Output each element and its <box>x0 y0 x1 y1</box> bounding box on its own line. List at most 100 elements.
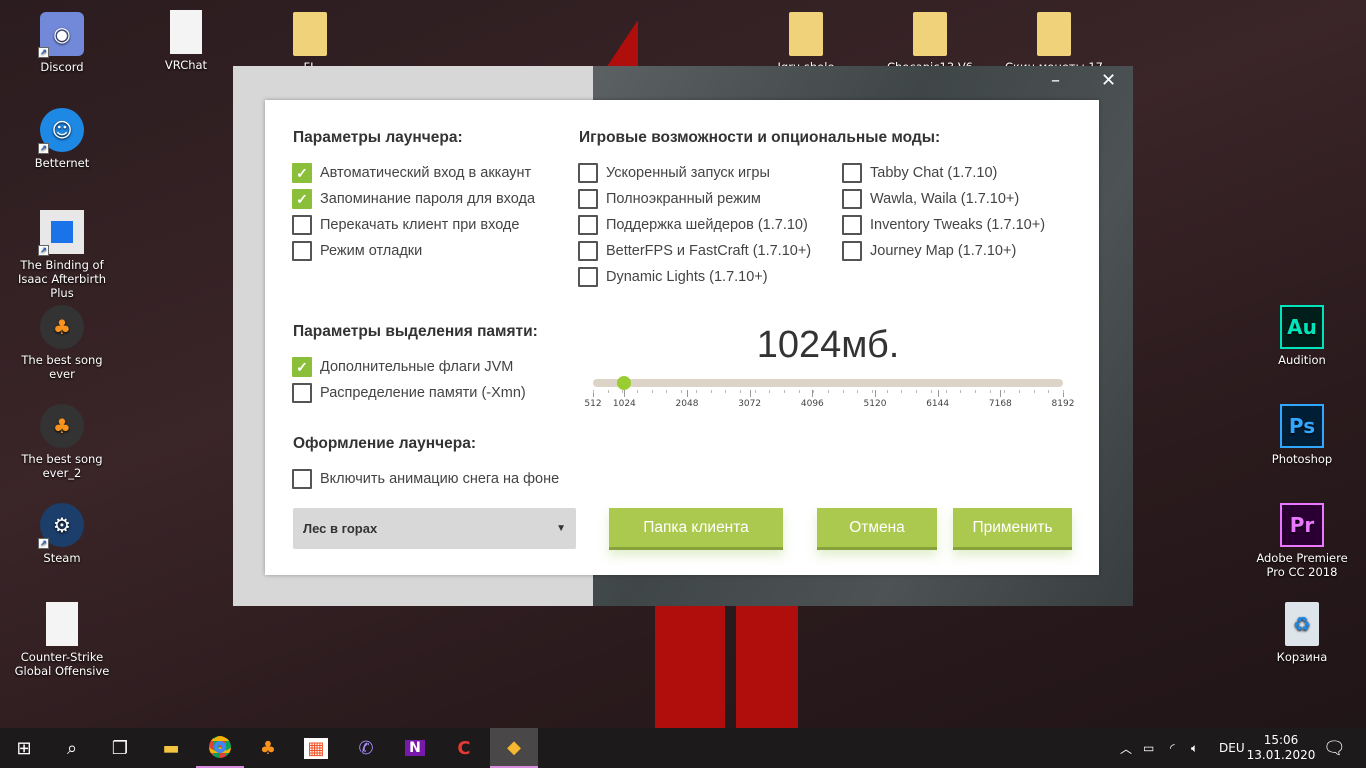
taskbar-viber[interactable]: ✆ <box>342 728 390 768</box>
desktop-icon-steam[interactable]: ⚙ ↗ Steam <box>7 503 117 565</box>
checkbox-option[interactable]: ✓ Дополнительные флаги JVM <box>292 357 513 377</box>
wallpaper-shape <box>655 606 725 728</box>
checkbox-option[interactable]: Поддержка шейдеров (1.7.10) <box>578 215 808 235</box>
checkbox-unchecked-icon[interactable] <box>578 267 598 287</box>
taskbar-onenote[interactable]: N <box>391 728 439 768</box>
search-button[interactable]: ⌕ <box>48 728 96 768</box>
checkbox-unchecked-icon[interactable] <box>842 163 862 183</box>
checkbox-unchecked-icon[interactable] <box>578 189 598 209</box>
checkbox-option[interactable]: Dynamic Lights (1.7.10+) <box>578 267 768 287</box>
desktop-icon-recycle-bin[interactable]: ♻ Корзина <box>1247 602 1357 664</box>
checkbox-option[interactable]: ✓ Автоматический вход в аккаунт <box>292 163 531 183</box>
checkbox-unchecked-icon[interactable] <box>842 189 862 209</box>
checkbox-checked-icon[interactable]: ✓ <box>292 357 312 377</box>
slider-minor-tick <box>1048 390 1050 393</box>
settings-dialog: Параметры лаунчера: Игровые возможности … <box>265 100 1099 575</box>
checkbox-unchecked-icon[interactable] <box>578 215 598 235</box>
checkbox-option[interactable]: Включить анимацию снега на фоне <box>292 469 559 489</box>
desktop-icon-discord[interactable]: ◉ ↗ Discord <box>7 12 117 74</box>
discord-icon: ◉ ↗ <box>38 12 84 58</box>
slider-minor-tick <box>916 390 918 393</box>
desktop-icon-song[interactable]: ♣ The best song ever <box>7 305 117 381</box>
desktop-icon-vrchat[interactable]: VRChat <box>131 10 241 72</box>
slider-minor-tick <box>974 390 976 393</box>
slider-minor-tick <box>651 390 653 393</box>
desktop-icon-song2[interactable]: ♣ The best song ever_2 <box>7 404 117 480</box>
close-button[interactable]: ✕ <box>1101 70 1116 91</box>
show-hidden-icons[interactable]: ︿ <box>1120 728 1132 768</box>
memory-slider[interactable] <box>593 376 1063 390</box>
checkbox-option[interactable]: Распределение памяти (-Xmn) <box>292 383 526 403</box>
slider-tick-label: 7168 <box>988 399 1012 409</box>
folder-icon <box>293 12 327 56</box>
checkbox-option[interactable]: Полноэкранный режим <box>578 189 761 209</box>
desktop-icon-folder[interactable]: Скин монеты 17 <box>999 12 1109 74</box>
checkbox-unchecked-icon[interactable] <box>578 241 598 261</box>
checkbox-unchecked-icon[interactable] <box>292 469 312 489</box>
audition-icon: Au <box>1280 305 1324 349</box>
volume-icon[interactable]: 🔈︎ <box>1191 728 1198 768</box>
clock[interactable]: 15:06 13.01.2020 <box>1247 728 1316 768</box>
wallpaper-shape <box>736 606 798 728</box>
checkbox-unchecked-icon[interactable] <box>292 241 312 261</box>
slider-minor-tick <box>960 390 962 393</box>
appearance-heading: Оформление лаунчера: <box>293 435 477 452</box>
checkbox-unchecked-icon[interactable] <box>292 215 312 235</box>
checkbox-unchecked-icon[interactable] <box>842 241 862 261</box>
slider-ticks: 512 1024 2048 3072 4096 5120 6144 7168 8192 <box>584 390 1074 420</box>
desktop-icon-folder[interactable]: Igru shole <box>751 12 861 74</box>
checkbox-option[interactable]: Inventory Tweaks (1.7.10+) <box>842 215 1045 235</box>
checkbox-option[interactable]: Ускоренный запуск игры <box>578 163 770 183</box>
minimize-button[interactable]: – <box>1051 70 1060 91</box>
cancel-button[interactable]: Отмена <box>817 508 937 550</box>
battery-icon[interactable]: ▭ <box>1143 728 1154 768</box>
desktop-icon-fl[interactable]: FL <box>255 12 365 74</box>
checkbox-option[interactable]: Journey Map (1.7.10+) <box>842 241 1016 261</box>
desktop-icon-betternet[interactable]: ☺ ↗ Betternet <box>7 108 117 170</box>
taskbar-fl-studio[interactable]: ♣ <box>244 728 292 768</box>
checkbox-unchecked-icon[interactable] <box>842 215 862 235</box>
checkbox-option[interactable]: ✓ Запоминание пароля для входа <box>292 189 535 209</box>
memory-heading: Параметры выделения памяти: <box>293 323 538 340</box>
start-button[interactable]: ⊞ <box>0 728 48 768</box>
checkbox-option[interactable]: Wawla, Waila (1.7.10+) <box>842 189 1019 209</box>
theme-select[interactable]: Лес в горах ▼ <box>293 508 576 549</box>
desktop-icon-isaac[interactable]: ↗ The Binding of Isaac Afterbirth Plus <box>7 210 117 300</box>
taskbar-launcher[interactable]: ◆ <box>490 728 538 768</box>
taskbar-ccleaner[interactable]: C <box>440 728 488 768</box>
slider-minor-tick <box>1004 390 1006 393</box>
notifications-button[interactable]: 🗨︎ <box>1323 728 1346 768</box>
checkbox-option[interactable]: BetterFPS и FastCraft (1.7.10+) <box>578 241 811 261</box>
file-icon <box>170 10 202 54</box>
chevron-up-icon: ︿ <box>1120 741 1133 756</box>
slider-minor-tick <box>593 390 594 393</box>
taskbar-chrome[interactable] <box>196 728 244 768</box>
apply-button[interactable]: Применить <box>953 508 1072 550</box>
slider-minor-tick <box>1018 390 1020 393</box>
checkbox-option[interactable]: Tabby Chat (1.7.10) <box>842 163 997 183</box>
desktop-icon-csgo[interactable]: Counter-Strike Global Offensive <box>7 602 117 678</box>
taskbar-explorer[interactable]: ▬ <box>147 728 195 768</box>
checkbox-option[interactable]: Режим отладки <box>292 241 422 261</box>
desktop-icon-premiere[interactable]: Pr Adobe Premiere Pro CC 2018 <box>1247 503 1357 579</box>
checkbox-checked-icon[interactable]: ✓ <box>292 189 312 209</box>
desktop-icon-audition[interactable]: Au Audition <box>1247 305 1357 367</box>
checkbox-unchecked-icon[interactable] <box>578 163 598 183</box>
memory-slider-thumb[interactable] <box>617 376 632 390</box>
slider-minor-tick <box>739 390 741 393</box>
store-icon: ▦ <box>304 737 328 759</box>
checkbox-checked-icon[interactable]: ✓ <box>292 163 312 183</box>
task-view-button[interactable]: ❐ <box>96 728 144 768</box>
slider-minor-tick <box>725 390 727 393</box>
folder-icon <box>913 12 947 56</box>
checkbox-unchecked-icon[interactable] <box>292 383 312 403</box>
wifi-icon[interactable]: ◜ <box>1170 728 1175 768</box>
checkbox-label: Wawla, Waila (1.7.10+) <box>870 191 1020 207</box>
slider-tick-label: 4096 <box>800 399 824 409</box>
language-indicator[interactable]: DEU <box>1219 728 1245 768</box>
checkbox-label: BetterFPS и FastCraft (1.7.10+) <box>606 243 812 259</box>
checkbox-option[interactable]: Перекачать клиент при входе <box>292 215 519 235</box>
desktop-icon-photoshop[interactable]: Ps Photoshop <box>1247 404 1357 466</box>
client-folder-button[interactable]: Папка клиента <box>609 508 783 550</box>
taskbar-store[interactable]: ▦ <box>292 728 340 768</box>
